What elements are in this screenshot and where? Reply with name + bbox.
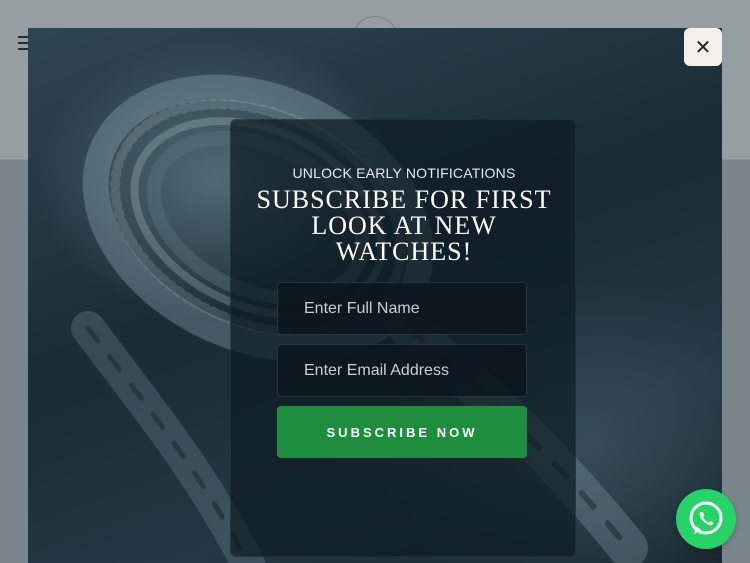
eyebrow-text: UNLOCK EARLY NOTIFICATIONS <box>292 165 516 181</box>
close-icon: ✕ <box>694 35 712 59</box>
whatsapp-chat-button[interactable] <box>676 489 736 549</box>
email-input[interactable] <box>277 344 527 397</box>
close-button[interactable]: ✕ <box>684 28 722 66</box>
headline: SUBSCRIBE FOR FIRST LOOK AT NEW WATCHES! <box>256 185 552 266</box>
whatsapp-icon <box>689 501 723 535</box>
subscribe-now-button[interactable]: SUBSCRIBE NOW <box>277 406 527 458</box>
full-name-input[interactable] <box>277 282 527 335</box>
subscribe-panel: UNLOCK EARLY NOTIFICATIONS SUBSCRIBE FOR… <box>230 119 576 557</box>
subscribe-modal: UNLOCK EARLY NOTIFICATIONS SUBSCRIBE FOR… <box>28 28 722 563</box>
